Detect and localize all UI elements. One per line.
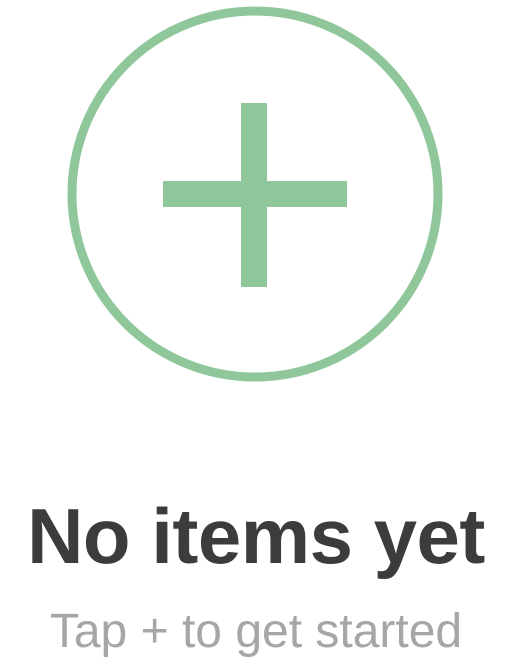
add-item-button[interactable]: [61, 0, 451, 390]
plus-circle-icon: [67, 6, 443, 382]
empty-state-title: No items yet: [27, 492, 485, 580]
empty-state: No items yet Tap + to get started: [0, 0, 512, 667]
empty-state-subtitle: Tap + to get started: [49, 605, 463, 658]
